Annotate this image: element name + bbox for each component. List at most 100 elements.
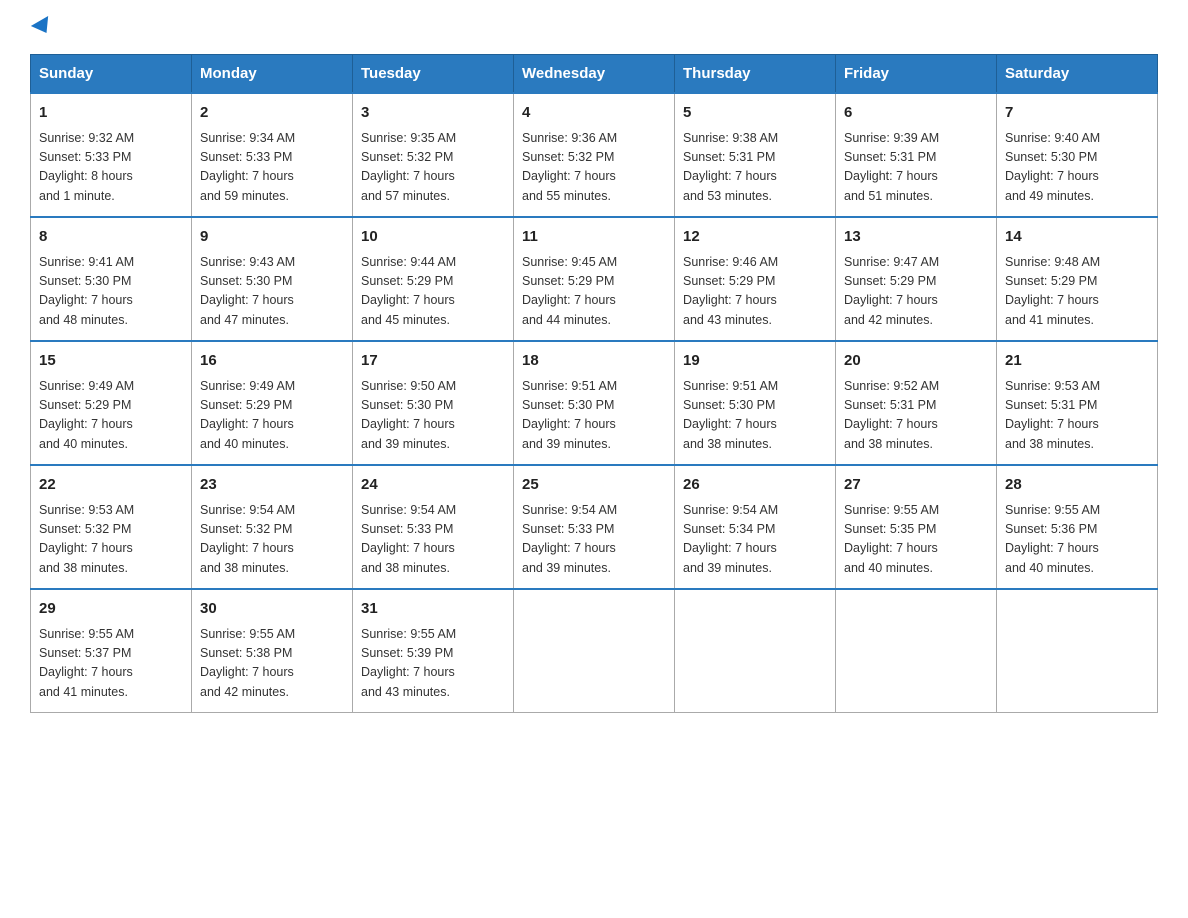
day-number: 12 (683, 226, 827, 249)
day-info: Sunrise: 9:34 AM Sunset: 5:33 PM Dayligh… (200, 129, 344, 207)
day-info: Sunrise: 9:43 AM Sunset: 5:30 PM Dayligh… (200, 253, 344, 331)
calendar-cell: 2 Sunrise: 9:34 AM Sunset: 5:33 PM Daylig… (192, 93, 353, 217)
day-info: Sunrise: 9:51 AM Sunset: 5:30 PM Dayligh… (683, 377, 827, 455)
header-tuesday: Tuesday (353, 55, 514, 94)
header-saturday: Saturday (997, 55, 1158, 94)
day-number: 27 (844, 474, 988, 497)
day-info: Sunrise: 9:35 AM Sunset: 5:32 PM Dayligh… (361, 129, 505, 207)
page-header (30, 20, 1158, 34)
header-thursday: Thursday (675, 55, 836, 94)
week-row-3: 15 Sunrise: 9:49 AM Sunset: 5:29 PM Dayli… (31, 341, 1158, 465)
calendar-cell: 1Sunrise: 9:32 AM Sunset: 5:33 PM Daylig… (31, 93, 192, 217)
day-number: 9 (200, 226, 344, 249)
calendar-cell: 23 Sunrise: 9:54 AM Sunset: 5:32 PM Dayli… (192, 465, 353, 589)
day-info: Sunrise: 9:52 AM Sunset: 5:31 PM Dayligh… (844, 377, 988, 455)
week-row-2: 8Sunrise: 9:41 AM Sunset: 5:30 PM Daylig… (31, 217, 1158, 341)
day-number: 21 (1005, 350, 1149, 373)
calendar-cell: 27 Sunrise: 9:55 AM Sunset: 5:35 PM Dayli… (836, 465, 997, 589)
calendar-cell (675, 589, 836, 713)
day-info: Sunrise: 9:51 AM Sunset: 5:30 PM Dayligh… (522, 377, 666, 455)
day-info: Sunrise: 9:36 AM Sunset: 5:32 PM Dayligh… (522, 129, 666, 207)
day-number: 2 (200, 102, 344, 125)
calendar-cell: 19 Sunrise: 9:51 AM Sunset: 5:30 PM Dayli… (675, 341, 836, 465)
calendar-cell: 16 Sunrise: 9:49 AM Sunset: 5:29 PM Dayli… (192, 341, 353, 465)
calendar-cell: 25 Sunrise: 9:54 AM Sunset: 5:33 PM Dayli… (514, 465, 675, 589)
calendar-cell: 3 Sunrise: 9:35 AM Sunset: 5:32 PM Daylig… (353, 93, 514, 217)
day-info: Sunrise: 9:48 AM Sunset: 5:29 PM Dayligh… (1005, 253, 1149, 331)
calendar-cell: 7 Sunrise: 9:40 AM Sunset: 5:30 PM Daylig… (997, 93, 1158, 217)
calendar-cell: 11 Sunrise: 9:45 AM Sunset: 5:29 PM Dayli… (514, 217, 675, 341)
calendar-cell (836, 589, 997, 713)
day-number: 15 (39, 350, 183, 373)
calendar-cell: 12 Sunrise: 9:46 AM Sunset: 5:29 PM Dayli… (675, 217, 836, 341)
calendar-cell: 31 Sunrise: 9:55 AM Sunset: 5:39 PM Dayli… (353, 589, 514, 713)
day-number: 13 (844, 226, 988, 249)
day-number: 31 (361, 598, 505, 621)
day-number: 23 (200, 474, 344, 497)
day-number: 20 (844, 350, 988, 373)
day-info: Sunrise: 9:49 AM Sunset: 5:29 PM Dayligh… (39, 377, 183, 455)
day-number: 29 (39, 598, 183, 621)
calendar-cell: 29 Sunrise: 9:55 AM Sunset: 5:37 PM Dayli… (31, 589, 192, 713)
day-info: Sunrise: 9:39 AM Sunset: 5:31 PM Dayligh… (844, 129, 988, 207)
day-number: 14 (1005, 226, 1149, 249)
day-info: Sunrise: 9:38 AM Sunset: 5:31 PM Dayligh… (683, 129, 827, 207)
week-row-5: 29 Sunrise: 9:55 AM Sunset: 5:37 PM Dayli… (31, 589, 1158, 713)
day-number: 26 (683, 474, 827, 497)
day-info: Sunrise: 9:54 AM Sunset: 5:33 PM Dayligh… (361, 501, 505, 579)
day-number: 5 (683, 102, 827, 125)
day-info: Sunrise: 9:49 AM Sunset: 5:29 PM Dayligh… (200, 377, 344, 455)
calendar-cell: 21Sunrise: 9:53 AM Sunset: 5:31 PM Dayli… (997, 341, 1158, 465)
day-info: Sunrise: 9:55 AM Sunset: 5:35 PM Dayligh… (844, 501, 988, 579)
calendar-header-row: SundayMondayTuesdayWednesdayThursdayFrid… (31, 55, 1158, 94)
day-info: Sunrise: 9:50 AM Sunset: 5:30 PM Dayligh… (361, 377, 505, 455)
logo-triangle-icon (31, 16, 55, 38)
calendar-cell: 6 Sunrise: 9:39 AM Sunset: 5:31 PM Daylig… (836, 93, 997, 217)
day-info: Sunrise: 9:55 AM Sunset: 5:37 PM Dayligh… (39, 625, 183, 703)
day-number: 11 (522, 226, 666, 249)
day-number: 25 (522, 474, 666, 497)
calendar-cell: 9 Sunrise: 9:43 AM Sunset: 5:30 PM Daylig… (192, 217, 353, 341)
header-friday: Friday (836, 55, 997, 94)
header-sunday: Sunday (31, 55, 192, 94)
calendar-cell: 17 Sunrise: 9:50 AM Sunset: 5:30 PM Dayli… (353, 341, 514, 465)
calendar-cell (997, 589, 1158, 713)
day-info: Sunrise: 9:45 AM Sunset: 5:29 PM Dayligh… (522, 253, 666, 331)
day-number: 6 (844, 102, 988, 125)
day-number: 17 (361, 350, 505, 373)
day-number: 30 (200, 598, 344, 621)
day-number: 24 (361, 474, 505, 497)
day-info: Sunrise: 9:54 AM Sunset: 5:32 PM Dayligh… (200, 501, 344, 579)
calendar-cell: 14 Sunrise: 9:48 AM Sunset: 5:29 PM Dayli… (997, 217, 1158, 341)
day-info: Sunrise: 9:55 AM Sunset: 5:38 PM Dayligh… (200, 625, 344, 703)
day-number: 3 (361, 102, 505, 125)
calendar-cell: 24 Sunrise: 9:54 AM Sunset: 5:33 PM Dayli… (353, 465, 514, 589)
logo (30, 20, 53, 34)
day-info: Sunrise: 9:54 AM Sunset: 5:33 PM Dayligh… (522, 501, 666, 579)
calendar-cell: 20 Sunrise: 9:52 AM Sunset: 5:31 PM Dayli… (836, 341, 997, 465)
calendar-cell: 10Sunrise: 9:44 AM Sunset: 5:29 PM Dayli… (353, 217, 514, 341)
calendar-cell: 5 Sunrise: 9:38 AM Sunset: 5:31 PM Daylig… (675, 93, 836, 217)
calendar-cell: 22 Sunrise: 9:53 AM Sunset: 5:32 PM Dayli… (31, 465, 192, 589)
calendar-cell: 26 Sunrise: 9:54 AM Sunset: 5:34 PM Dayli… (675, 465, 836, 589)
day-number: 19 (683, 350, 827, 373)
day-info: Sunrise: 9:46 AM Sunset: 5:29 PM Dayligh… (683, 253, 827, 331)
calendar-cell: 30 Sunrise: 9:55 AM Sunset: 5:38 PM Dayli… (192, 589, 353, 713)
day-number: 4 (522, 102, 666, 125)
day-info: Sunrise: 9:55 AM Sunset: 5:39 PM Dayligh… (361, 625, 505, 703)
day-number: 8 (39, 226, 183, 249)
day-info: Sunrise: 9:54 AM Sunset: 5:34 PM Dayligh… (683, 501, 827, 579)
day-number: 18 (522, 350, 666, 373)
day-number: 10 (361, 226, 505, 249)
day-number: 16 (200, 350, 344, 373)
calendar-cell (514, 589, 675, 713)
day-info: Sunrise: 9:53 AM Sunset: 5:32 PM Dayligh… (39, 501, 183, 579)
day-info: Sunrise: 9:40 AM Sunset: 5:30 PM Dayligh… (1005, 129, 1149, 207)
calendar-cell: 28Sunrise: 9:55 AM Sunset: 5:36 PM Dayli… (997, 465, 1158, 589)
day-number: 22 (39, 474, 183, 497)
day-number: 1 (39, 102, 183, 125)
calendar-table: SundayMondayTuesdayWednesdayThursdayFrid… (30, 54, 1158, 713)
day-number: 7 (1005, 102, 1149, 125)
calendar-cell: 15 Sunrise: 9:49 AM Sunset: 5:29 PM Dayli… (31, 341, 192, 465)
header-monday: Monday (192, 55, 353, 94)
